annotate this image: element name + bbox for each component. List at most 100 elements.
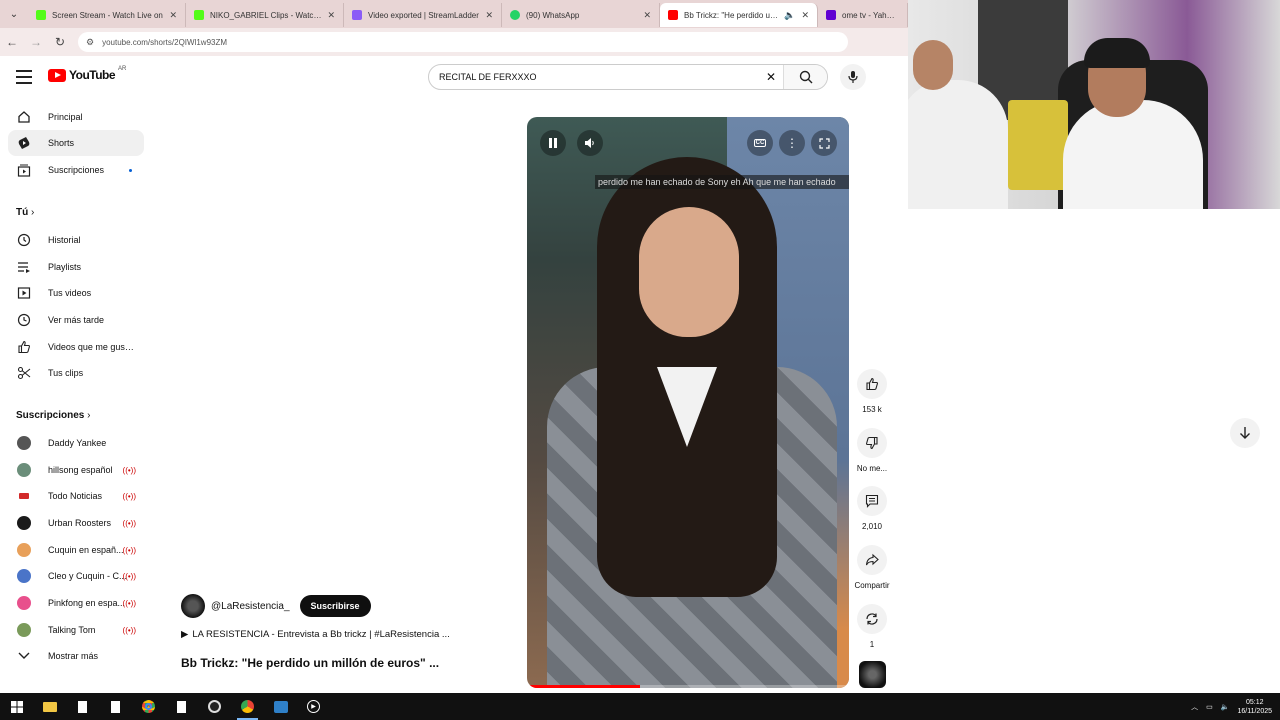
webcam-plush-toy [1008, 100, 1068, 190]
related-video-text: LA RESISTENCIA - Entrevista a Bb trickz … [192, 629, 450, 640]
share-action[interactable]: Compartir [852, 545, 892, 590]
browser-tab-active[interactable]: Bb Trickz: "He perdido un n 🔈 ✕ [660, 3, 818, 27]
tray-expand-icon[interactable]: ︿ [1191, 702, 1198, 712]
document-icon[interactable] [99, 693, 132, 720]
channel-avatar [17, 516, 31, 530]
more-options-button[interactable]: ⋮ [779, 130, 805, 156]
subscription-item[interactable]: Talking Tom ((•)) [8, 617, 144, 643]
channel-name[interactable]: @LaResistencia_ [211, 601, 290, 612]
next-video-button[interactable] [1230, 418, 1260, 448]
kick-favicon-icon [194, 10, 204, 20]
close-icon[interactable]: ✕ [327, 10, 335, 21]
live-icon: ((•)) [122, 625, 136, 635]
capture-app-icon[interactable] [264, 693, 297, 720]
browser-tab[interactable]: NIKO_GABRIEL Clips - Watch Li ✕ [186, 3, 344, 27]
share-button[interactable] [857, 545, 887, 575]
close-icon[interactable]: ✕ [169, 10, 177, 21]
taskbar: ▶ ︿ ▭ 🔈 05:12 16/11/2025 [0, 693, 1280, 720]
site-info-icon[interactable]: ⚙ [86, 37, 94, 48]
reload-icon[interactable]: ↻ [48, 30, 72, 54]
subscriptions-section-heading[interactable]: Suscripciones › [16, 410, 90, 421]
subscription-item[interactable]: Cuquin en españ... ((•)) [8, 537, 144, 563]
subscribe-button[interactable]: Suscribirse [299, 595, 371, 617]
sidebar-item-playlists[interactable]: Playlists [8, 254, 144, 280]
comments-action[interactable]: 2,010 [852, 486, 892, 531]
document-icon[interactable] [66, 693, 99, 720]
microphone-icon [848, 71, 858, 83]
close-icon[interactable]: ✕ [485, 10, 493, 21]
sidebar-item-clips[interactable]: Tus clips [8, 360, 144, 386]
dislike-button[interactable] [857, 428, 887, 458]
forward-icon[interactable]: → [24, 30, 48, 54]
sidebar-item-home[interactable]: Principal [8, 104, 144, 130]
captions-button[interactable]: CC [747, 130, 773, 156]
clock[interactable]: 05:12 16/11/2025 [1237, 698, 1272, 716]
chrome-icon[interactable] [132, 693, 165, 720]
windows-icon [10, 700, 23, 713]
youtube-logo[interactable]: YouTube AR [48, 66, 126, 82]
channel-thumbnail[interactable] [859, 661, 886, 688]
browser-tab[interactable]: Video exported | StreamLadder ✕ [344, 3, 502, 27]
browser-tab[interactable]: Screen Stream - Watch Live on ✕ [28, 3, 186, 27]
related-video-link[interactable]: ▶ LA RESISTENCIA - Entrevista a Bb trick… [181, 629, 450, 640]
video-caption: perdido me han echado de Sony eh Ah que … [595, 175, 849, 189]
mute-tab-icon[interactable]: 🔈 [784, 10, 795, 21]
channel-avatar[interactable] [181, 594, 205, 618]
fullscreen-button[interactable] [811, 130, 837, 156]
like-action[interactable]: 153 k [852, 369, 892, 414]
menu-icon[interactable] [16, 70, 32, 84]
you-section-heading[interactable]: Tú › [16, 207, 34, 218]
subscription-item[interactable]: Pinkfong en espa... ((•)) [8, 590, 144, 616]
subscription-item[interactable]: hillsong español ((•)) [8, 457, 144, 483]
document-icon[interactable] [165, 693, 198, 720]
voice-search-button[interactable] [840, 64, 866, 90]
dislike-action[interactable]: No me... [852, 428, 892, 473]
short-video-player[interactable]: CC ⋮ perdido me han echado de Sony eh Ah… [527, 117, 849, 688]
media-player-icon[interactable]: ▶ [297, 693, 330, 720]
start-button[interactable] [0, 693, 33, 720]
webcam-overlay [908, 0, 1280, 209]
captions-icon: CC [753, 139, 767, 147]
subscription-item[interactable]: Cleo y Cuquin - C... ((•)) [8, 563, 144, 589]
channel-avatar [19, 493, 29, 499]
progress-bar[interactable] [527, 685, 849, 688]
webcam-person-right [1063, 100, 1203, 209]
dislike-label: No me... [856, 464, 888, 473]
share-icon [865, 553, 879, 566]
search-input[interactable]: RECITAL DE FERXXXO [429, 72, 759, 82]
search-button[interactable] [783, 65, 827, 89]
sidebar-item-shorts[interactable]: Shorts [8, 130, 144, 156]
remix-action[interactable]: 1 [852, 604, 892, 649]
volume-button[interactable] [577, 130, 603, 156]
sidebar-item-liked-videos[interactable]: Videos que me gust... [8, 334, 144, 360]
close-icon[interactable]: ✕ [801, 10, 809, 21]
network-icon[interactable]: ▭ [1206, 703, 1213, 711]
chrome-icon[interactable] [231, 693, 264, 720]
sidebar-item-watch-later[interactable]: Ver más tarde [8, 307, 144, 333]
close-icon[interactable]: ✕ [643, 10, 651, 21]
subscription-item[interactable]: Urban Roosters ((•)) [8, 510, 144, 536]
browser-tab[interactable]: ome tv - Yahoo Sea [818, 3, 908, 27]
show-more-button[interactable]: Mostrar más [8, 643, 144, 669]
sidebar-item-subscriptions[interactable]: Suscripciones [8, 157, 144, 183]
pause-button[interactable] [540, 130, 566, 156]
sidebar-item-your-videos[interactable]: Tus videos [8, 280, 144, 306]
channel-avatar [17, 543, 31, 557]
comments-button[interactable] [857, 486, 887, 516]
url-field[interactable]: ⚙ youtube.com/shorts/2QIWl1w93ZM [78, 32, 848, 52]
remix-button[interactable] [857, 604, 887, 634]
like-button[interactable] [857, 369, 887, 399]
sidebar-item-history[interactable]: Historial [8, 227, 144, 253]
video-title: Bb Trickz: "He perdido un millón de euro… [181, 656, 440, 670]
clear-search-icon[interactable]: ✕ [759, 70, 783, 84]
back-icon[interactable]: ← [0, 30, 24, 54]
subscription-item[interactable]: Daddy Yankee [8, 430, 144, 456]
browser-tab[interactable]: (90) WhatsApp ✕ [502, 3, 660, 27]
live-icon: ((•)) [122, 545, 136, 555]
webcam-person-right-hair [1084, 38, 1150, 68]
subscription-item[interactable]: Todo Noticias ((•)) [8, 483, 144, 509]
file-explorer-icon[interactable] [33, 693, 66, 720]
tab-search-icon[interactable]: ⌄ [0, 0, 28, 28]
volume-tray-icon[interactable]: 🔈 [1221, 703, 1230, 711]
obs-icon[interactable] [198, 693, 231, 720]
